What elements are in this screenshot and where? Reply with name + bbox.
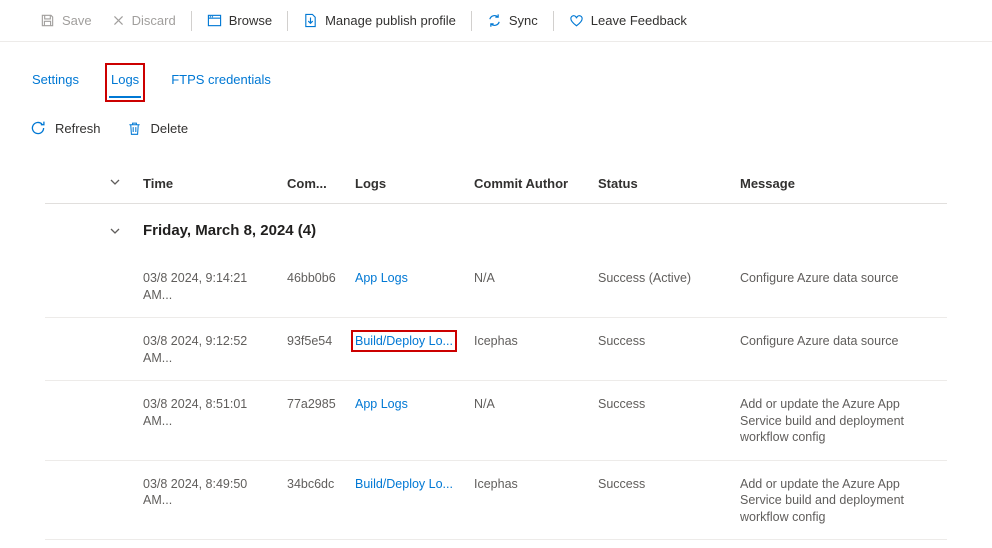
discard-icon: [112, 14, 125, 27]
row-commit: 93f5e54: [287, 333, 355, 350]
tab-logs[interactable]: Logs: [109, 67, 141, 98]
date-group-row: Friday, March 8, 2024 (4): [45, 204, 947, 255]
build-deploy-logs-link[interactable]: Build/Deploy Lo...: [355, 334, 453, 348]
delete-label: Delete: [151, 121, 189, 136]
table-row: 03/8 2024, 9:14:21 AM... 46bb0b6 App Log…: [45, 255, 947, 318]
manage-publish-profile-label: Manage publish profile: [325, 13, 456, 28]
row-status: Success: [598, 396, 740, 413]
sync-icon: [487, 13, 502, 28]
header-commit-author: Commit Author: [474, 176, 598, 191]
collapse-all-chevron-icon[interactable]: [109, 176, 143, 191]
row-commit: 46bb0b6: [287, 270, 355, 287]
deployment-logs-table: Time Com... Logs Commit Author Status Me…: [45, 166, 947, 540]
browse-icon: [207, 13, 222, 28]
row-time: 03/8 2024, 9:14:21 AM...: [143, 270, 287, 303]
build-deploy-logs-link[interactable]: Build/Deploy Lo...: [355, 477, 453, 491]
header-status: Status: [598, 176, 740, 191]
row-commit-author: Icephas: [474, 333, 598, 350]
row-message: Configure Azure data source: [740, 333, 947, 350]
publish-profile-icon: [303, 13, 318, 28]
row-status: Success (Active): [598, 270, 740, 287]
discard-button[interactable]: Discard: [102, 7, 186, 34]
row-message: Add or update the Azure App Service buil…: [740, 396, 947, 446]
row-commit-author: Icephas: [474, 476, 598, 493]
leave-feedback-label: Leave Feedback: [591, 13, 687, 28]
header-logs: Logs: [355, 176, 474, 191]
row-commit: 34bc6dc: [287, 476, 355, 493]
row-commit: 77a2985: [287, 396, 355, 413]
refresh-icon: [30, 120, 46, 136]
table-row: 03/8 2024, 9:12:52 AM... 93f5e54 Build/D…: [45, 318, 947, 381]
row-time: 03/8 2024, 8:49:50 AM...: [143, 476, 287, 509]
save-button[interactable]: Save: [30, 7, 102, 34]
browse-button[interactable]: Browse: [197, 7, 282, 34]
app-logs-link[interactable]: App Logs: [355, 397, 408, 411]
logs-command-bar: Refresh Delete: [0, 98, 992, 136]
delete-button[interactable]: Delete: [127, 121, 189, 136]
tab-settings[interactable]: Settings: [30, 67, 81, 98]
save-icon: [40, 13, 55, 28]
app-logs-link[interactable]: App Logs: [355, 271, 408, 285]
separator: [191, 11, 192, 31]
separator: [553, 11, 554, 31]
tab-ftps-credentials[interactable]: FTPS credentials: [169, 67, 273, 98]
row-status: Success: [598, 333, 740, 350]
row-commit-author: N/A: [474, 270, 598, 287]
row-status: Success: [598, 476, 740, 493]
heart-icon: [569, 13, 584, 28]
sync-button[interactable]: Sync: [477, 7, 548, 34]
separator: [471, 11, 472, 31]
browse-label: Browse: [229, 13, 272, 28]
refresh-label: Refresh: [55, 121, 101, 136]
row-commit-author: N/A: [474, 396, 598, 413]
sync-label: Sync: [509, 13, 538, 28]
row-message: Add or update the Azure App Service buil…: [740, 476, 947, 526]
refresh-button[interactable]: Refresh: [30, 120, 101, 136]
tab-bar: Settings Logs FTPS credentials: [0, 42, 992, 98]
leave-feedback-button[interactable]: Leave Feedback: [559, 7, 697, 34]
table-row: 03/8 2024, 8:49:50 AM... 34bc6dc Build/D…: [45, 461, 947, 541]
save-label: Save: [62, 13, 92, 28]
row-time: 03/8 2024, 9:12:52 AM...: [143, 333, 287, 366]
row-time: 03/8 2024, 8:51:01 AM...: [143, 396, 287, 429]
separator: [287, 11, 288, 31]
manage-publish-profile-button[interactable]: Manage publish profile: [293, 7, 466, 34]
top-command-bar: Save Discard Browse Manage publish profi…: [0, 0, 992, 42]
trash-icon: [127, 121, 142, 136]
discard-label: Discard: [132, 13, 176, 28]
table-row: 03/8 2024, 8:51:01 AM... 77a2985 App Log…: [45, 381, 947, 461]
date-group-label: Friday, March 8, 2024 (4): [143, 222, 947, 239]
header-message: Message: [740, 176, 947, 191]
header-time: Time: [143, 176, 287, 191]
header-commit: Com...: [287, 176, 355, 191]
group-chevron-icon[interactable]: [109, 225, 143, 237]
row-message: Configure Azure data source: [740, 270, 947, 287]
table-header-row: Time Com... Logs Commit Author Status Me…: [45, 166, 947, 204]
